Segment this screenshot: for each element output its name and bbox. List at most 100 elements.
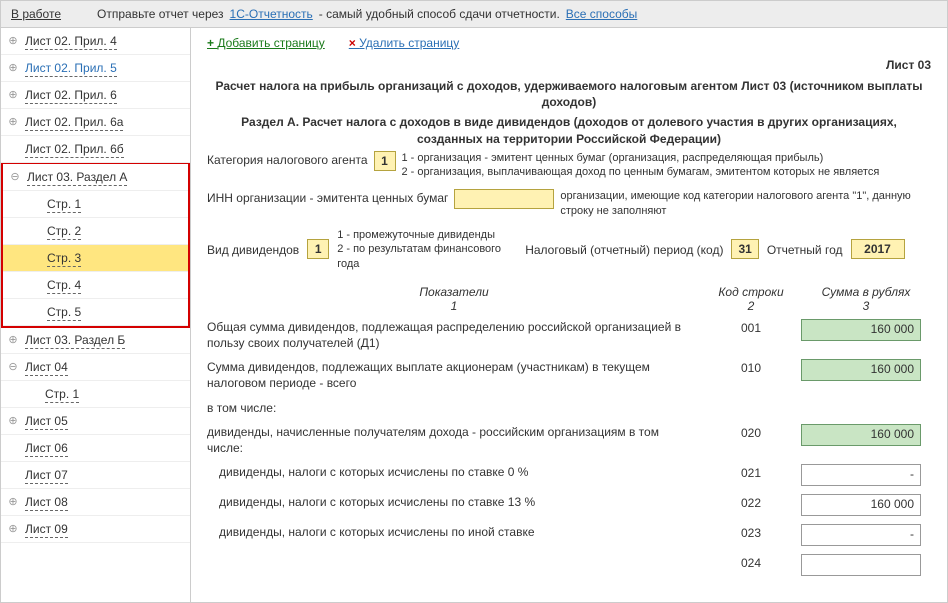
- sidebar-item[interactable]: ⊕Лист 05: [1, 408, 190, 435]
- header-2: Раздел А. Расчет налога с доходов в виде…: [207, 114, 931, 146]
- expand-icon[interactable]: ⊕: [7, 62, 19, 74]
- sidebar[interactable]: ⊕Лист 02. Прил. 4⊕Лист 02. Прил. 5⊕Лист …: [1, 28, 191, 602]
- sidebar-item[interactable]: ⊕ Лист 02. Прил. 5: [1, 55, 190, 82]
- div-label: Вид дивидендов: [207, 241, 299, 257]
- highlight-box: ⊖ Лист 03. Раздел А Стр. 1 Стр. 2 Стр. 3 Стр.…: [1, 162, 190, 328]
- expand-icon[interactable]: ⊕: [7, 116, 19, 128]
- cat-label: Категория налогового агента: [207, 151, 368, 167]
- row-desc: Общая сумма дивидендов, подлежащая распр…: [207, 319, 701, 351]
- sidebar-item[interactable]: Стр. 3: [3, 245, 188, 272]
- row-desc: дивиденды, налоги с которых исчислены по…: [207, 494, 701, 510]
- expand-icon[interactable]: ⊕: [7, 496, 19, 508]
- inn-label: ИНН организации - эмитента ценных бумаг: [207, 189, 448, 205]
- sidebar-item[interactable]: Лист 07: [1, 462, 190, 489]
- row-code: 021: [701, 464, 801, 480]
- topbar-hint-post: - самый удобный способ сдачи отчетности.: [319, 7, 560, 21]
- sidebar-item-label: Лист 02. Прил. 6а: [25, 115, 123, 131]
- sidebar-item[interactable]: Стр. 1: [3, 191, 188, 218]
- amount-input[interactable]: [801, 554, 921, 576]
- header-1: Расчет налога на прибыль организаций с д…: [207, 78, 931, 110]
- cat-value[interactable]: 1: [374, 151, 396, 171]
- row-desc: дивиденды, начисленные получателям доход…: [207, 424, 701, 456]
- expand-icon[interactable]: ⊕: [7, 89, 19, 101]
- sidebar-item[interactable]: ⊕ Лист 02. Прил. 6а: [1, 109, 190, 136]
- sidebar-item[interactable]: ⊖ Лист 03. Раздел А: [3, 164, 188, 191]
- sidebar-item[interactable]: ⊖ Лист 04: [1, 354, 190, 381]
- inn-input[interactable]: [454, 189, 554, 209]
- sidebar-item[interactable]: Стр. 1: [1, 381, 190, 408]
- row-desc: дивиденды, налоги с которых исчислены по…: [207, 524, 701, 540]
- row-desc: в том числе:: [207, 400, 701, 416]
- sidebar-item[interactable]: ⊕Лист 02. Прил. 4: [1, 28, 190, 55]
- sidebar-item-label: Лист 04: [25, 360, 68, 376]
- link-1c-report[interactable]: 1С-Отчетность: [230, 7, 313, 21]
- table-row: Сумма дивидендов, подлежащих выплате акц…: [207, 359, 931, 391]
- delete-page-link[interactable]: Удалить страницу: [349, 36, 460, 50]
- sidebar-item-label: Стр. 1: [47, 197, 81, 213]
- inn-hint: организации, имеющие код категории налог…: [560, 189, 931, 218]
- period-label: Налоговый (отчетный) период (код): [525, 241, 723, 257]
- cat-hint: 1 - организация - эмитент ценных бумаг (…: [402, 151, 880, 180]
- sidebar-item-label: Лист 02. Прил. 6б: [25, 142, 124, 158]
- sidebar-item-label: Стр. 5: [47, 305, 81, 321]
- amount-input[interactable]: 160 000: [801, 359, 921, 381]
- row-code: 024: [701, 554, 801, 570]
- row-code: [701, 400, 801, 402]
- col-2-title: Код строки: [718, 285, 783, 299]
- sidebar-item[interactable]: Стр. 5: [3, 299, 188, 326]
- amount-input[interactable]: 160 000: [801, 319, 921, 341]
- col-1-num: 1: [451, 299, 458, 313]
- sidebar-item[interactable]: Лист 02. Прил. 6б: [1, 136, 190, 163]
- row-amount-cell: 160 000: [801, 494, 931, 516]
- row-amount-cell: -: [801, 464, 931, 486]
- table-row: 024: [207, 554, 931, 576]
- table-row: дивиденды, налоги с которых исчислены по…: [207, 524, 931, 546]
- row-code: 020: [701, 424, 801, 440]
- collapse-icon[interactable]: ⊖: [9, 171, 21, 183]
- table-row: дивиденды, налоги с которых исчислены по…: [207, 494, 931, 516]
- sidebar-item-label: Стр. 2: [47, 224, 81, 240]
- sidebar-item[interactable]: Лист 06: [1, 435, 190, 462]
- sidebar-item-label: Стр. 1: [45, 387, 79, 403]
- sidebar-item[interactable]: ⊕ Лист 03. Раздел Б: [1, 327, 190, 354]
- year-value[interactable]: 2017: [851, 239, 905, 259]
- expand-icon[interactable]: ⊕: [7, 334, 19, 346]
- row-amount-cell: 160 000: [801, 424, 931, 446]
- row-code: 022: [701, 494, 801, 510]
- add-page-link[interactable]: Добавить страницу: [207, 36, 325, 50]
- sidebar-item-label: Стр. 4: [47, 278, 81, 294]
- expand-icon[interactable]: ⊕: [7, 35, 19, 47]
- sidebar-item-label: Лист 03. Раздел Б: [25, 333, 125, 349]
- amount-input[interactable]: 160 000: [801, 424, 921, 446]
- amount-input[interactable]: -: [801, 524, 921, 546]
- period-value[interactable]: 31: [731, 239, 758, 259]
- sidebar-item[interactable]: ⊕Лист 08: [1, 489, 190, 516]
- div-value[interactable]: 1: [307, 239, 329, 259]
- expand-icon[interactable]: ⊕: [7, 415, 19, 427]
- row-code: 023: [701, 524, 801, 540]
- collapse-icon[interactable]: ⊖: [7, 361, 19, 373]
- sidebar-item-label: Лист 07: [25, 468, 68, 484]
- col-3-title: Сумма в рублях: [822, 285, 911, 299]
- table-row: Общая сумма дивидендов, подлежащая распр…: [207, 319, 931, 351]
- table-row: в том числе:: [207, 400, 931, 416]
- col-2-num: 2: [748, 299, 755, 313]
- row-desc: дивиденды, налоги с которых исчислены по…: [207, 464, 701, 480]
- sidebar-item-label: Лист 03. Раздел А: [27, 170, 127, 186]
- amount-input[interactable]: 160 000: [801, 494, 921, 516]
- sidebar-item[interactable]: Стр. 4: [3, 272, 188, 299]
- sidebar-item[interactable]: ⊕Лист 09: [1, 516, 190, 543]
- sidebar-item[interactable]: ⊕Лист 02. Прил. 6: [1, 82, 190, 109]
- sidebar-item-label: Лист 02. Прил. 5: [25, 61, 117, 77]
- row-code: 010: [701, 359, 801, 375]
- main-content[interactable]: Добавить страницу Удалить страницу Лист …: [191, 28, 947, 602]
- col-1-title: Показатели: [419, 285, 488, 299]
- page-title: Лист 03: [207, 58, 931, 72]
- sidebar-item-label: Лист 06: [25, 441, 68, 457]
- work-status[interactable]: В работе: [11, 7, 61, 21]
- amount-input[interactable]: -: [801, 464, 921, 486]
- expand-icon[interactable]: ⊕: [7, 523, 19, 535]
- sidebar-item[interactable]: Стр. 2: [3, 218, 188, 245]
- link-all-methods[interactable]: Все способы: [566, 7, 638, 21]
- year-label: Отчетный год: [767, 241, 843, 257]
